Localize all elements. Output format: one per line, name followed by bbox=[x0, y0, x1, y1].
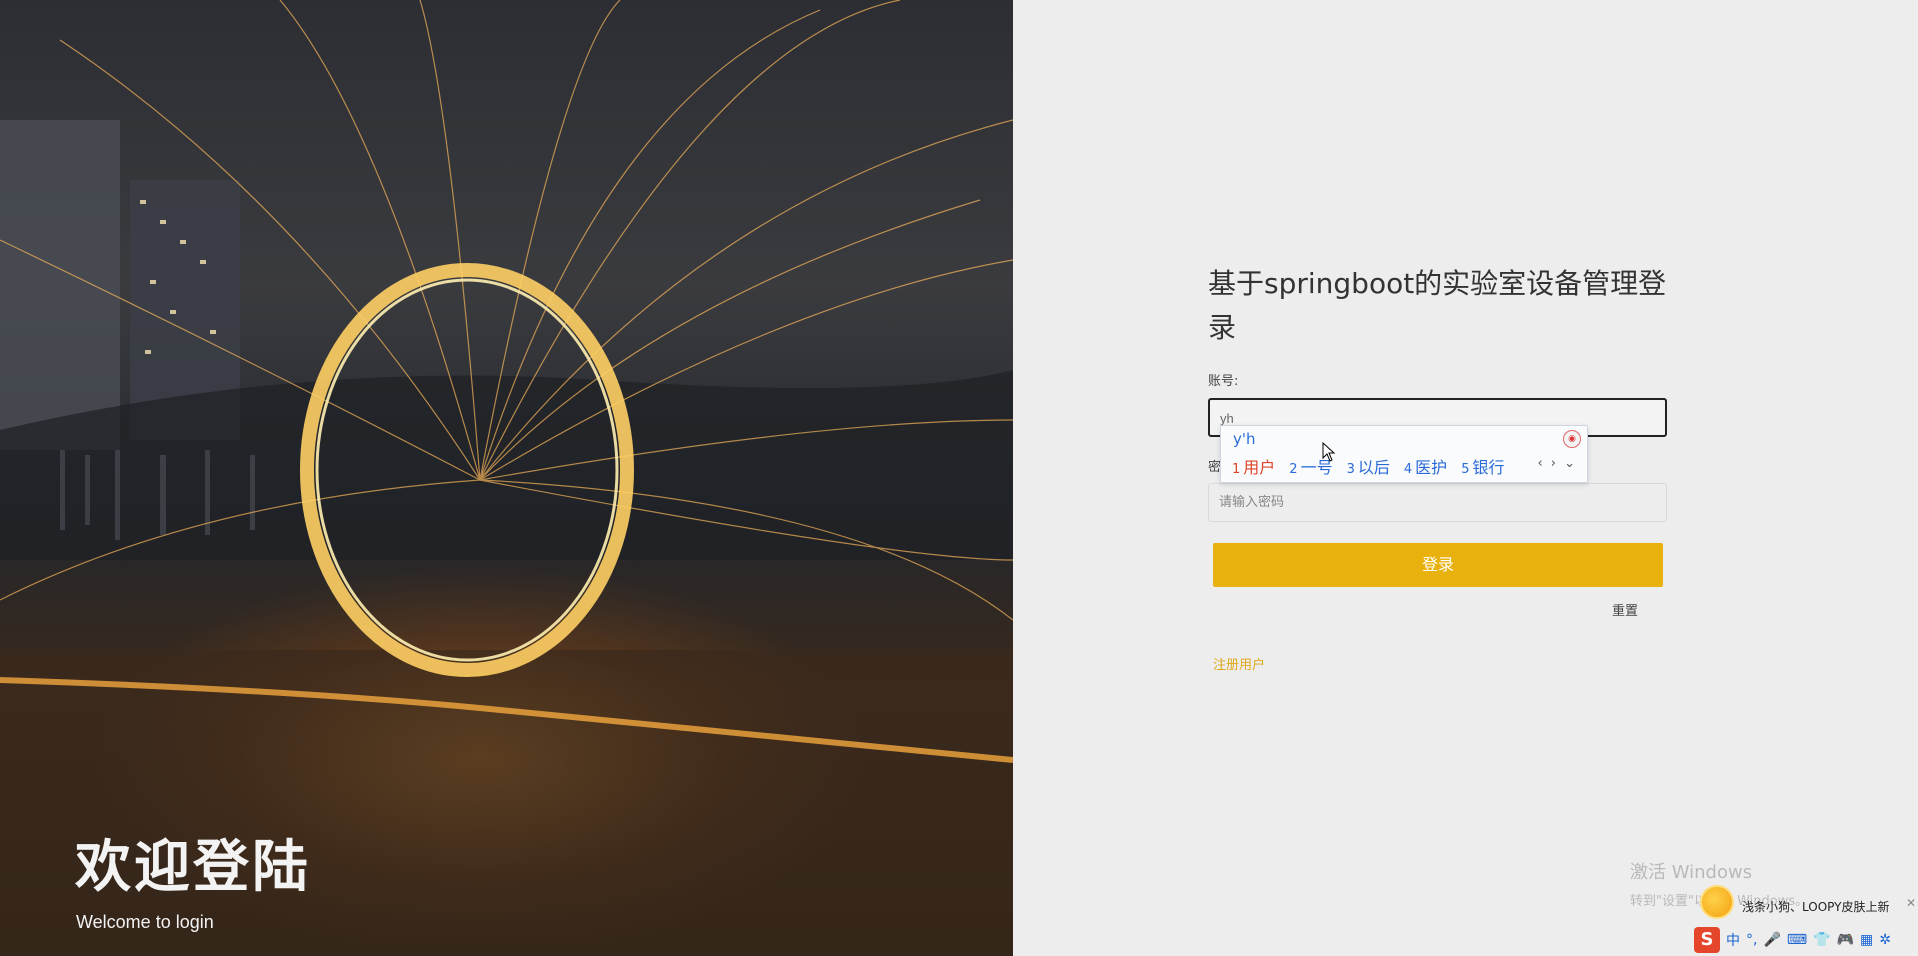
sogou-logo-icon[interactable]: S bbox=[1694, 927, 1720, 953]
mouse-cursor-icon bbox=[1322, 442, 1336, 462]
ime-pinyin-text: y'h bbox=[1233, 430, 1256, 448]
ime-candidate-number: 1 bbox=[1232, 462, 1241, 477]
firework-photo bbox=[0, 0, 1013, 956]
watermark-line-1: 激活 Windows bbox=[1630, 862, 1753, 883]
ime-candidate-number: 5 bbox=[1461, 462, 1470, 477]
ime-candidate-number: 3 bbox=[1346, 462, 1355, 477]
page-title: 基于springboot的实验室设备管理登录 bbox=[1208, 267, 1667, 344]
ime-candidate-1[interactable]: 1 用户 bbox=[1232, 454, 1275, 478]
toolbox-icon[interactable]: ▦ bbox=[1860, 932, 1873, 948]
hero-image-panel: 欢迎登陆 Welcome to login bbox=[0, 0, 1013, 956]
sun-mascot-icon bbox=[1700, 885, 1734, 919]
ime-candidate-text: 银行 bbox=[1472, 458, 1505, 477]
login-button[interactable]: 登录 bbox=[1213, 543, 1663, 587]
username-label: 账号: bbox=[1208, 374, 1239, 389]
register-link[interactable]: 注册用户 bbox=[1213, 654, 1265, 673]
ime-candidate-number: 2 bbox=[1289, 462, 1298, 477]
login-form: 基于springboot的实验室设备管理登录 账号: yh 密码: 请输入密码 … bbox=[1208, 262, 1668, 673]
ime-toolbar: S 中 °, 🎤 ⌨ 👕 🎮 ▦ ✲ bbox=[1694, 925, 1918, 955]
ime-candidate-5[interactable]: 5 银行 bbox=[1461, 454, 1504, 478]
ime-candidate-text: 用户 bbox=[1243, 458, 1276, 477]
notification-text: 浅条小狗、LOOPY皮肤上新 bbox=[1742, 900, 1890, 914]
hero-welcome-subtitle: Welcome to login bbox=[76, 912, 214, 932]
ime-candidate-4[interactable]: 4 医护 bbox=[1404, 454, 1447, 478]
microphone-icon[interactable]: 🎤 bbox=[1763, 932, 1780, 948]
language-toggle[interactable]: 中 bbox=[1726, 930, 1740, 950]
ime-skin-notification[interactable]: 浅条小狗、LOOPY皮肤上新 ✕ bbox=[1700, 884, 1918, 924]
close-icon[interactable]: ✕ bbox=[1906, 896, 1916, 910]
ime-candidate-window: y'h ◉ 1 用户 2 一号 3 以后 4 医护 5 银行 ‹ › ⌄ bbox=[1220, 425, 1588, 483]
punctuation-toggle[interactable]: °, bbox=[1746, 932, 1757, 948]
reset-button[interactable]: 重置 bbox=[1612, 600, 1638, 619]
password-input[interactable]: 请输入密码 bbox=[1208, 483, 1667, 522]
ime-candidate-text: 以后 bbox=[1357, 458, 1390, 477]
game-icon[interactable]: 🎮 bbox=[1837, 932, 1854, 948]
ime-candidate-number: 4 bbox=[1403, 462, 1413, 477]
keyboard-icon[interactable]: ⌨ bbox=[1787, 932, 1807, 948]
hero-welcome-title: 欢迎登陆 bbox=[75, 835, 311, 900]
ime-logo-icon: ◉ bbox=[1563, 430, 1581, 448]
ime-candidate-3[interactable]: 3 以后 bbox=[1347, 454, 1390, 478]
skin-icon[interactable]: 👕 bbox=[1813, 932, 1830, 948]
ime-page-nav[interactable]: ‹ › ⌄ bbox=[1537, 456, 1577, 471]
settings-star-icon[interactable]: ✲ bbox=[1879, 932, 1891, 948]
ime-candidate-list: 1 用户 2 一号 3 以后 4 医护 5 银行 bbox=[1232, 454, 1504, 478]
ime-candidate-text: 医护 bbox=[1415, 458, 1448, 477]
